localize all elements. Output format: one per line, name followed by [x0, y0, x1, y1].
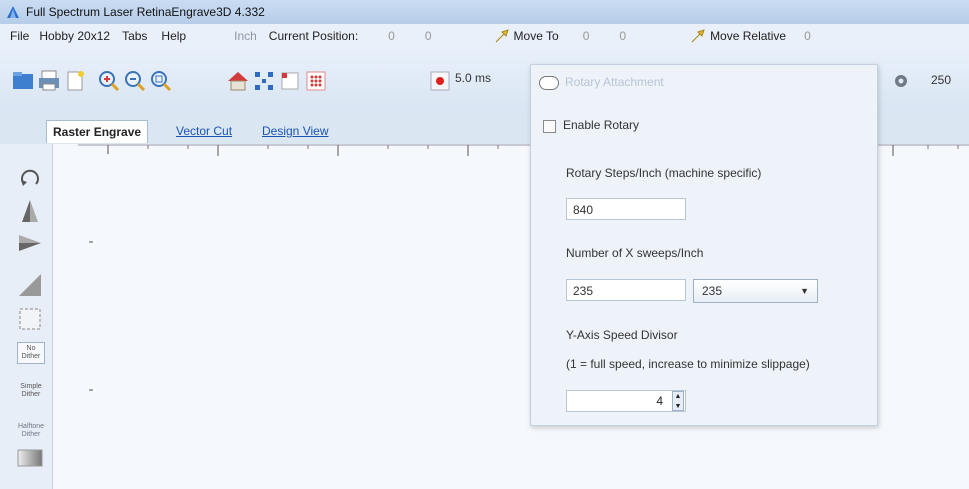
grid-select-icon[interactable] [252, 69, 276, 93]
crop-icon[interactable] [17, 306, 43, 332]
tab-design-view[interactable]: Design View [256, 120, 334, 142]
menu-bar: File Hobby 20x12 Tabs Help Inch Current … [0, 24, 969, 48]
move-to-button[interactable]: Move To [494, 28, 559, 44]
move-arrow-icon [691, 29, 705, 43]
rotary-attachment-panel: Rotary Attachment Enable Rotary Rotary S… [530, 64, 878, 426]
flip-vertical-icon[interactable] [17, 198, 43, 224]
sweeps-select[interactable]: 235 ▼ [693, 279, 818, 303]
window-title: Full Spectrum Laser RetinaEngrave3D 4.33… [26, 5, 265, 19]
chevron-down-icon: ▼ [800, 286, 809, 296]
enable-rotary-label: Enable Rotary [563, 118, 640, 132]
time-value[interactable]: 5.0 ms [455, 71, 491, 85]
sweeps-label: Number of X sweeps/Inch [566, 246, 704, 260]
enable-rotary-checkbox[interactable] [543, 120, 556, 133]
new-file-icon[interactable] [63, 69, 87, 93]
position-y: 0 [424, 29, 432, 43]
position-x: 0 [388, 29, 395, 43]
move-relative-button[interactable]: Move Relative [690, 28, 786, 44]
menu-tabs[interactable]: Tabs [122, 29, 147, 43]
skew-icon[interactable] [17, 272, 43, 298]
tab-raster-engrave[interactable]: Raster Engrave [46, 120, 149, 143]
steps-label: Rotary Steps/Inch (machine specific) [566, 166, 762, 180]
open-file-icon[interactable] [11, 69, 35, 93]
move-to-y[interactable]: 0 [619, 29, 626, 43]
halftone-dither-button[interactable]: Halftone Dither [17, 420, 45, 442]
zoom-fit-icon[interactable] [149, 69, 173, 93]
dot-grid-icon[interactable] [304, 69, 328, 93]
power-value[interactable]: 250 [931, 73, 951, 87]
no-dither-button[interactable]: No Dither [17, 342, 45, 364]
current-position-label: Current Position: [268, 29, 359, 43]
divisor-stepper[interactable]: 4 [566, 390, 686, 412]
steps-input[interactable]: 840 [566, 198, 686, 220]
divisor-label: Y-Axis Speed Divisor [566, 328, 678, 342]
left-tool-panel: No Dither Simple Dither Halftone Dither [0, 144, 53, 489]
divisor-hint: (1 = full speed, increase to minimize sl… [566, 357, 810, 371]
menu-help[interactable]: Help [161, 29, 186, 43]
tab-vector-cut[interactable]: Vector Cut [170, 120, 238, 142]
corner-icon[interactable] [278, 69, 302, 93]
zoom-out-icon[interactable] [123, 69, 147, 93]
rotate-icon[interactable] [17, 166, 43, 192]
home-icon[interactable] [226, 69, 250, 93]
stepper-arrows-icon[interactable]: ▲ ▼ [672, 391, 684, 411]
move-relative-label: Move Relative [710, 29, 787, 43]
rotary-title: Rotary Attachment [565, 75, 664, 89]
vertical-ruler [89, 241, 93, 391]
menu-machine[interactable]: Hobby 20x12 [39, 29, 110, 43]
gear-icon[interactable] [893, 73, 909, 89]
rotary-toggle[interactable] [539, 76, 559, 90]
gradient-icon[interactable] [17, 448, 43, 468]
move-relative-x[interactable]: 0 [804, 29, 811, 43]
move-to-label: Move To [513, 29, 559, 43]
simple-dither-button[interactable]: Simple Dither [17, 380, 45, 402]
menu-file[interactable]: File [10, 29, 29, 43]
move-to-x[interactable]: 0 [583, 29, 590, 43]
sweeps-input[interactable]: 235 [566, 279, 686, 301]
record-icon[interactable] [430, 71, 450, 91]
move-arrow-icon [495, 29, 509, 43]
app-logo-icon [7, 6, 19, 18]
units-label: Inch [234, 29, 257, 43]
title-bar: Full Spectrum Laser RetinaEngrave3D 4.33… [0, 0, 969, 24]
flip-horizontal-icon[interactable] [17, 230, 43, 256]
sweeps-select-value: 235 [702, 284, 723, 298]
print-icon[interactable] [37, 69, 61, 93]
zoom-in-icon[interactable] [97, 69, 121, 93]
